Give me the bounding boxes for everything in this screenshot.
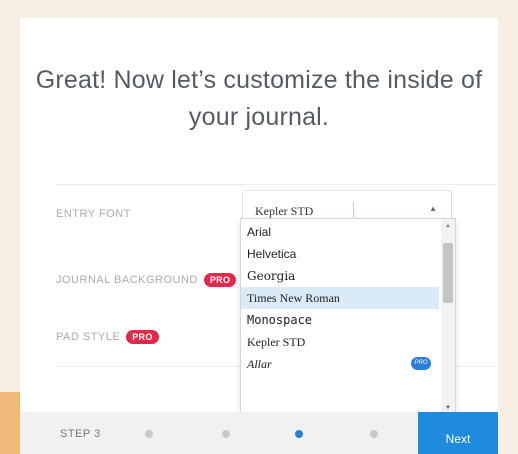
font-option-kepler-std[interactable]: Kepler STD [241,331,439,353]
font-option-arial[interactable]: Arial [241,221,439,243]
next-button[interactable]: Next [418,412,498,454]
step-dot [370,430,378,438]
page-headline: Great! Now let’s customize the inside of… [35,66,483,131]
font-option-allar[interactable]: Allar PRO [241,353,439,375]
font-option-label: Helvetica [247,247,297,261]
pad-style-label: PAD STYLE PRO [56,330,159,344]
font-option-georgia[interactable]: Georgia [241,265,439,287]
dropdown-scrollbar[interactable]: ▲ ▼ [441,219,455,415]
scroll-up-icon[interactable]: ▲ [445,223,451,229]
caret-up-icon[interactable]: ▲ [429,204,437,213]
entry-font-label-text: ENTRY FONT [56,208,131,220]
font-option-helvetica[interactable]: Helvetica [241,243,439,265]
font-option-label: Arial [247,225,272,239]
step-dot-active [295,430,303,438]
scroll-down-icon[interactable]: ▼ [445,405,451,411]
journal-background-label: JOURNAL BACKGROUND PRO [56,273,237,287]
step-dot [222,430,230,438]
font-option-label: Kepler STD [247,335,306,349]
wizard-footer: STEP 3 Next [20,412,498,454]
scrollbar-thumb[interactable] [443,243,453,303]
font-option-label: Allar [247,357,272,371]
pro-badge: PRO [126,330,159,344]
step-dot [145,430,153,438]
pad-style-label-text: PAD STYLE [56,331,121,343]
entry-font-label: ENTRY FONT [56,208,131,220]
font-option-label: Monospace [247,313,313,327]
step-label: STEP 3 [60,428,101,440]
pro-badge: PRO [203,273,237,287]
font-option-times-new-roman[interactable]: Times New Roman [241,287,439,309]
font-option-monospace[interactable]: Monospace [241,309,439,331]
left-accent-bar [0,392,20,454]
font-option-label: Times New Roman [247,291,340,305]
entry-font-dropdown: Arial Helvetica Georgia Times New Roman … [240,218,456,416]
font-option-label: Georgia [247,269,296,283]
journal-background-label-text: JOURNAL BACKGROUND [56,274,198,286]
entry-font-selected-value: Kepler STD [255,204,314,218]
pro-badge: PRO [411,357,431,370]
divider [56,184,496,185]
